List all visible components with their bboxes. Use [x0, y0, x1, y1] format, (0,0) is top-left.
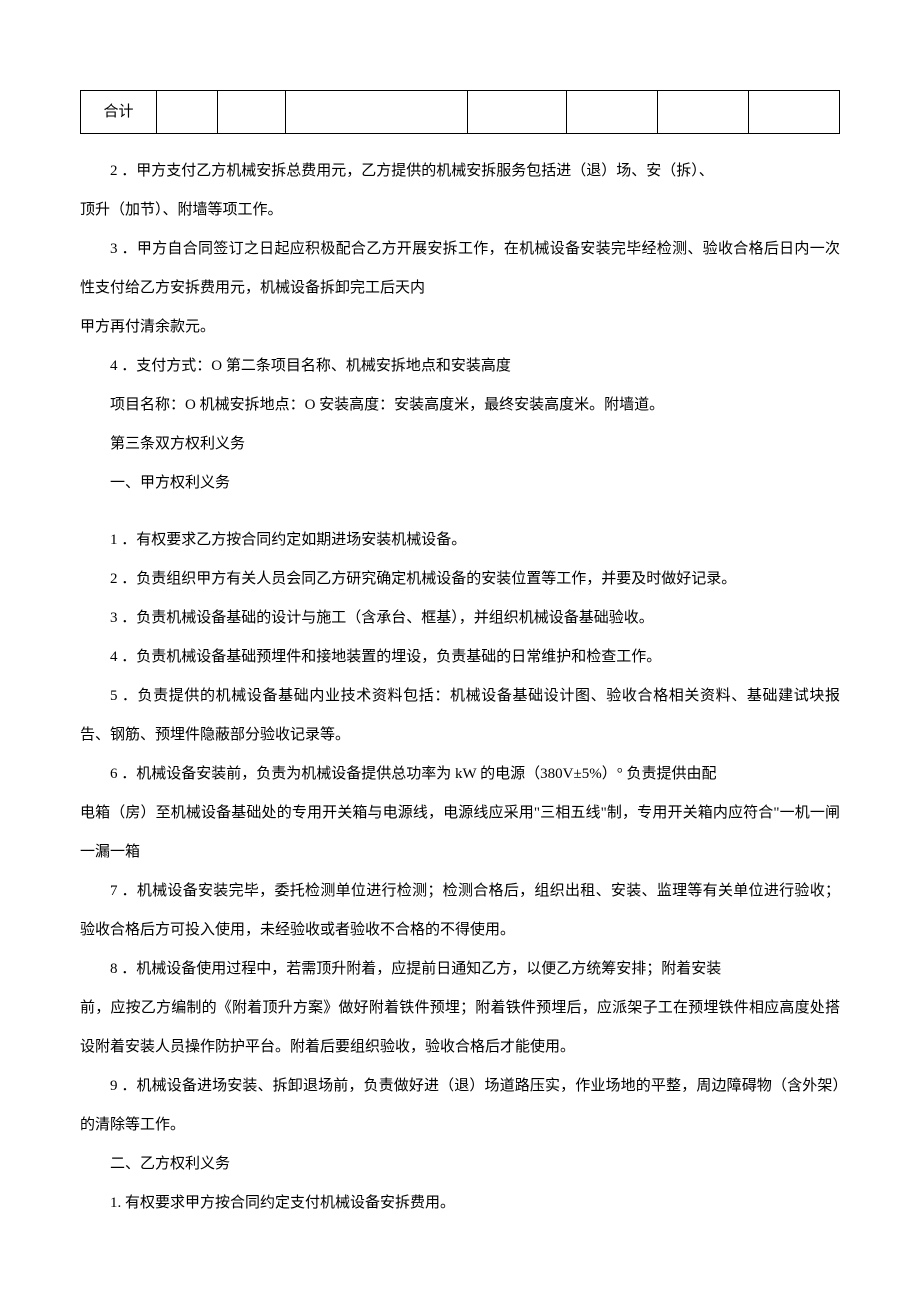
table-cell	[657, 91, 748, 134]
paragraph-14b: 前，应按乙方编制的《附着顶升方案》做好附着铁件预埋；附着铁件预埋后，应派架子工在…	[80, 989, 840, 1067]
paragraph-7: 1 ．有权要求乙方按合同约定如期进场安装机械设备。	[80, 521, 840, 560]
paragraph-3b: 甲方再付清余款元。	[80, 308, 840, 347]
table-cell	[748, 91, 839, 134]
paragraph-13: 7 ．机械设备安装完毕，委托检测单位进行检测；检测合格后，组织出租、安装、监理等…	[80, 872, 840, 950]
row-label-cell: 合计	[81, 91, 157, 134]
table-cell	[217, 91, 285, 134]
table-row: 合计	[81, 91, 840, 134]
paragraph-3: 3 ．甲方自合同签订之日起应积极配合乙方开展安拆工作，在机械设备安装完毕经检测、…	[80, 230, 840, 308]
table-cell	[468, 91, 567, 134]
paragraph-8: 2 ．负责组织甲方有关人员会同乙方研究确定机械设备的安装位置等工作，并要及时做好…	[80, 560, 840, 599]
paragraph-12: 6 ．机械设备安装前，负责为机械设备提供总功率为 kW 的电源（380V±5%）…	[80, 755, 840, 794]
table-cell	[285, 91, 467, 134]
paragraph-10: 4 ．负责机械设备基础预埋件和接地装置的埋设，负责基础的日常维护和检查工作。	[80, 638, 840, 677]
paragraph-4b: 项目名称：O 机械安拆地点：O 安装高度：安装高度米，最终安装高度米。附墙道。	[80, 386, 840, 425]
paragraph-4: 4 ．支付方式：O 第二条项目名称、机械安拆地点和安装高度	[80, 347, 840, 386]
paragraph-9: 3 ．负责机械设备基础的设计与施工（含承台、框基），并组织机械设备基础验收。	[80, 599, 840, 638]
paragraph-15: 9 ．机械设备进场安装、拆卸退场前，负责做好进（退）场道路压实，作业场地的平整，…	[80, 1067, 840, 1145]
table-cell	[156, 91, 217, 134]
paragraph-12b: 电箱（房）至机械设备基础处的专用开关箱与电源线，电源线应采用"三相五线"制，专用…	[80, 794, 840, 872]
summary-table: 合计	[80, 90, 840, 134]
paragraph-14: 8 ．机械设备使用过程中，若需顶升附着，应提前日通知乙方，以便乙方统筹安排；附着…	[80, 950, 840, 989]
paragraph-2: 2 ．甲方支付乙方机械安拆总费用元，乙方提供的机械安拆服务包括进（退）场、安（拆…	[80, 152, 840, 191]
table-cell	[566, 91, 657, 134]
paragraph-2b: 顶升（加节）、附墙等项工作。	[80, 191, 840, 230]
paragraph-16: 二、乙方权利义务	[80, 1145, 840, 1184]
paragraph-5: 第三条双方权利义务	[80, 425, 840, 464]
paragraph-11: 5 ．负责提供的机械设备基础内业技术资料包括：机械设备基础设计图、验收合格相关资…	[80, 677, 840, 755]
paragraph-6: 一、甲方权利义务	[80, 464, 840, 503]
paragraph-17: 1. 有权要求甲方按合同约定支付机械设备安拆费用。	[80, 1184, 840, 1223]
